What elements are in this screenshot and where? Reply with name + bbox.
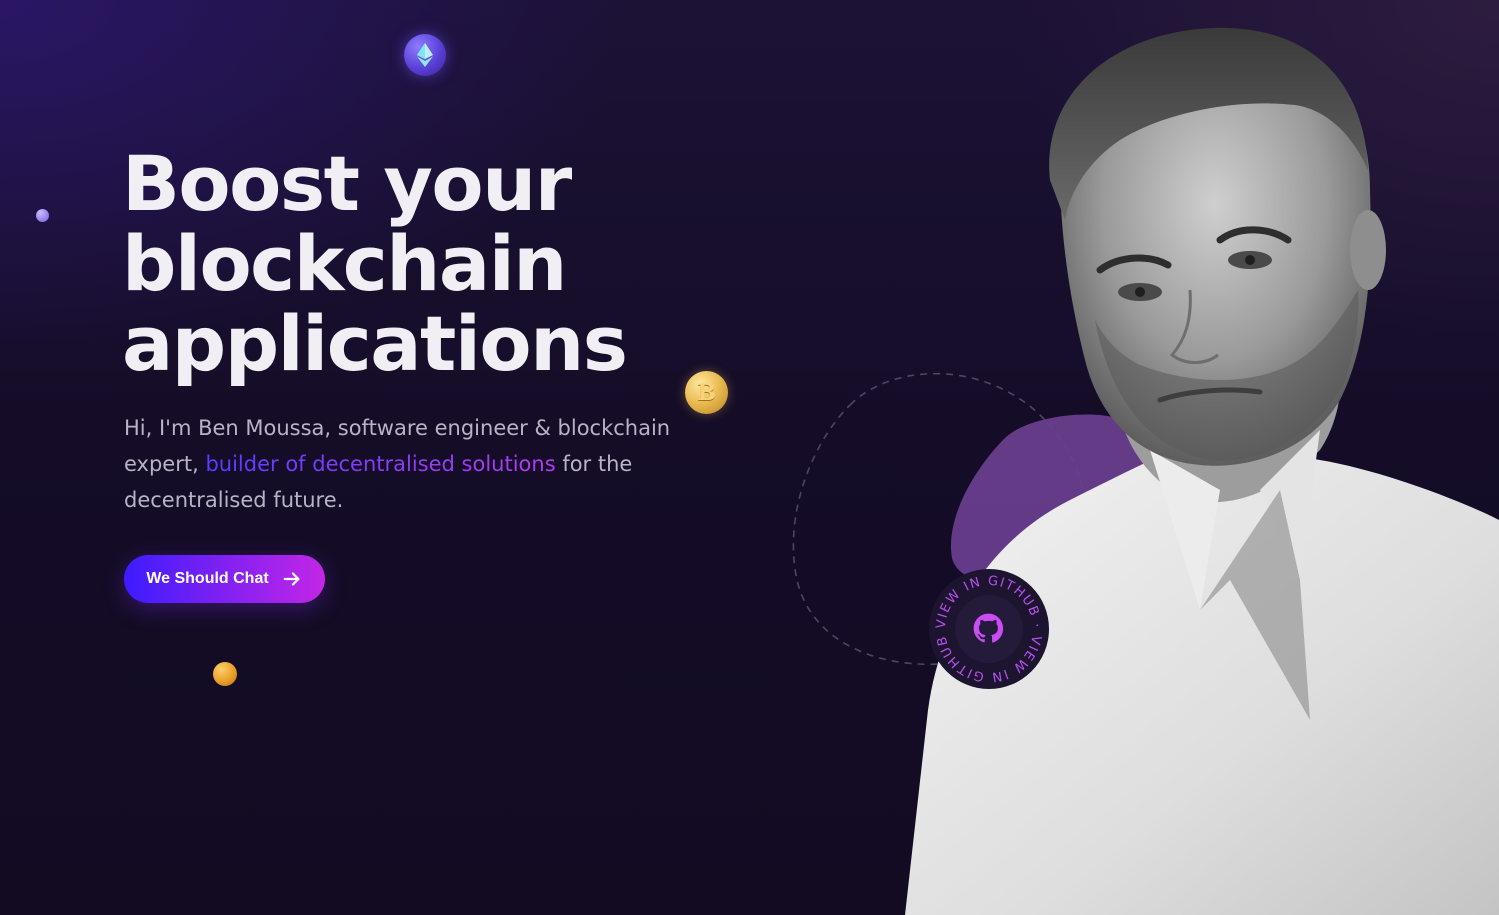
hero-page: B Boost your blockchain applications Hi,…	[0, 0, 1499, 915]
orange-dot-decoration	[213, 662, 237, 686]
headline-line: Boost your	[122, 139, 572, 228]
headline-line: blockchain	[122, 219, 567, 308]
intro-highlight: builder of decentralised solutions	[205, 452, 556, 476]
headline-line: applications	[122, 299, 628, 388]
profile-portrait	[905, 27, 1499, 915]
hero-headline: Boost your blockchain applications	[122, 144, 742, 384]
arrow-right-icon	[283, 572, 300, 586]
we-should-chat-button[interactable]: We Should Chat	[124, 555, 325, 603]
view-in-github-badge[interactable]: VIEW IN GITHUB · VIEW IN GITHUB ·	[928, 568, 1050, 690]
hero-intro: Hi, I'm Ben Moussa, software engineer & …	[124, 410, 704, 518]
cta-label: We Should Chat	[146, 570, 269, 587]
purple-dot-decoration	[36, 209, 49, 222]
ethereum-coin-icon	[404, 34, 446, 76]
